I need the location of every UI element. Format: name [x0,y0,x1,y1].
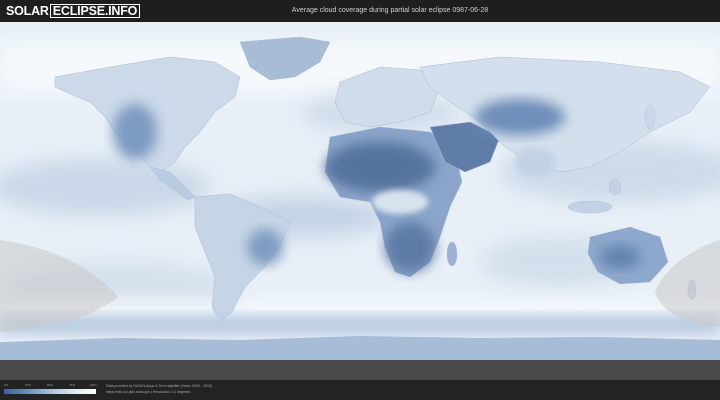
logo-text-eclipse-info: ECLIPSE.INFO [49,4,141,18]
madagascar [446,241,458,267]
legend-ticks: 0% 25% 50% 75% 100% [3,383,97,388]
philippines [608,178,622,196]
sa-dry-region [247,229,283,265]
page-title: Average cloud coverage during partial so… [291,7,489,14]
top-bar: SOLAR ECLIPSE.INFO Average cloud coverage… [0,0,720,22]
na-dry-region [113,104,157,160]
logo-text-solar: SOLAR [6,4,49,18]
legend-tick-25: 25% [24,383,32,387]
world-map-svg [0,22,720,380]
india [515,147,555,177]
site-logo[interactable]: SOLAR ECLIPSE.INFO [6,3,141,19]
cloud-coverage-map [0,22,720,380]
southern-africa-clear-region [385,222,435,272]
central-asia-clear-region [475,99,565,135]
credit-line-2[interactable]: https://neo.sci.gsfc.nasa.gov | Resoluti… [106,390,190,395]
antarctica-dark-band [0,360,720,380]
legend-tick-50: 50% [46,383,54,387]
southern-ocean-band [0,314,720,336]
cloud-coverage-legend-bar [4,389,96,394]
antarctica-edge [0,336,720,362]
australia-clear-region [600,245,640,269]
indonesia [567,200,613,214]
japan [644,104,656,130]
legend-tick-100: 100% [89,383,97,387]
credit-line-1: Data provided by NASA's Aqua & Terra sat… [106,384,213,388]
legend-tick-0: 0% [3,383,9,387]
central-africa-cloud [372,190,428,214]
legend-tick-75: 75% [68,383,76,387]
sahara-clear-region [325,142,435,192]
